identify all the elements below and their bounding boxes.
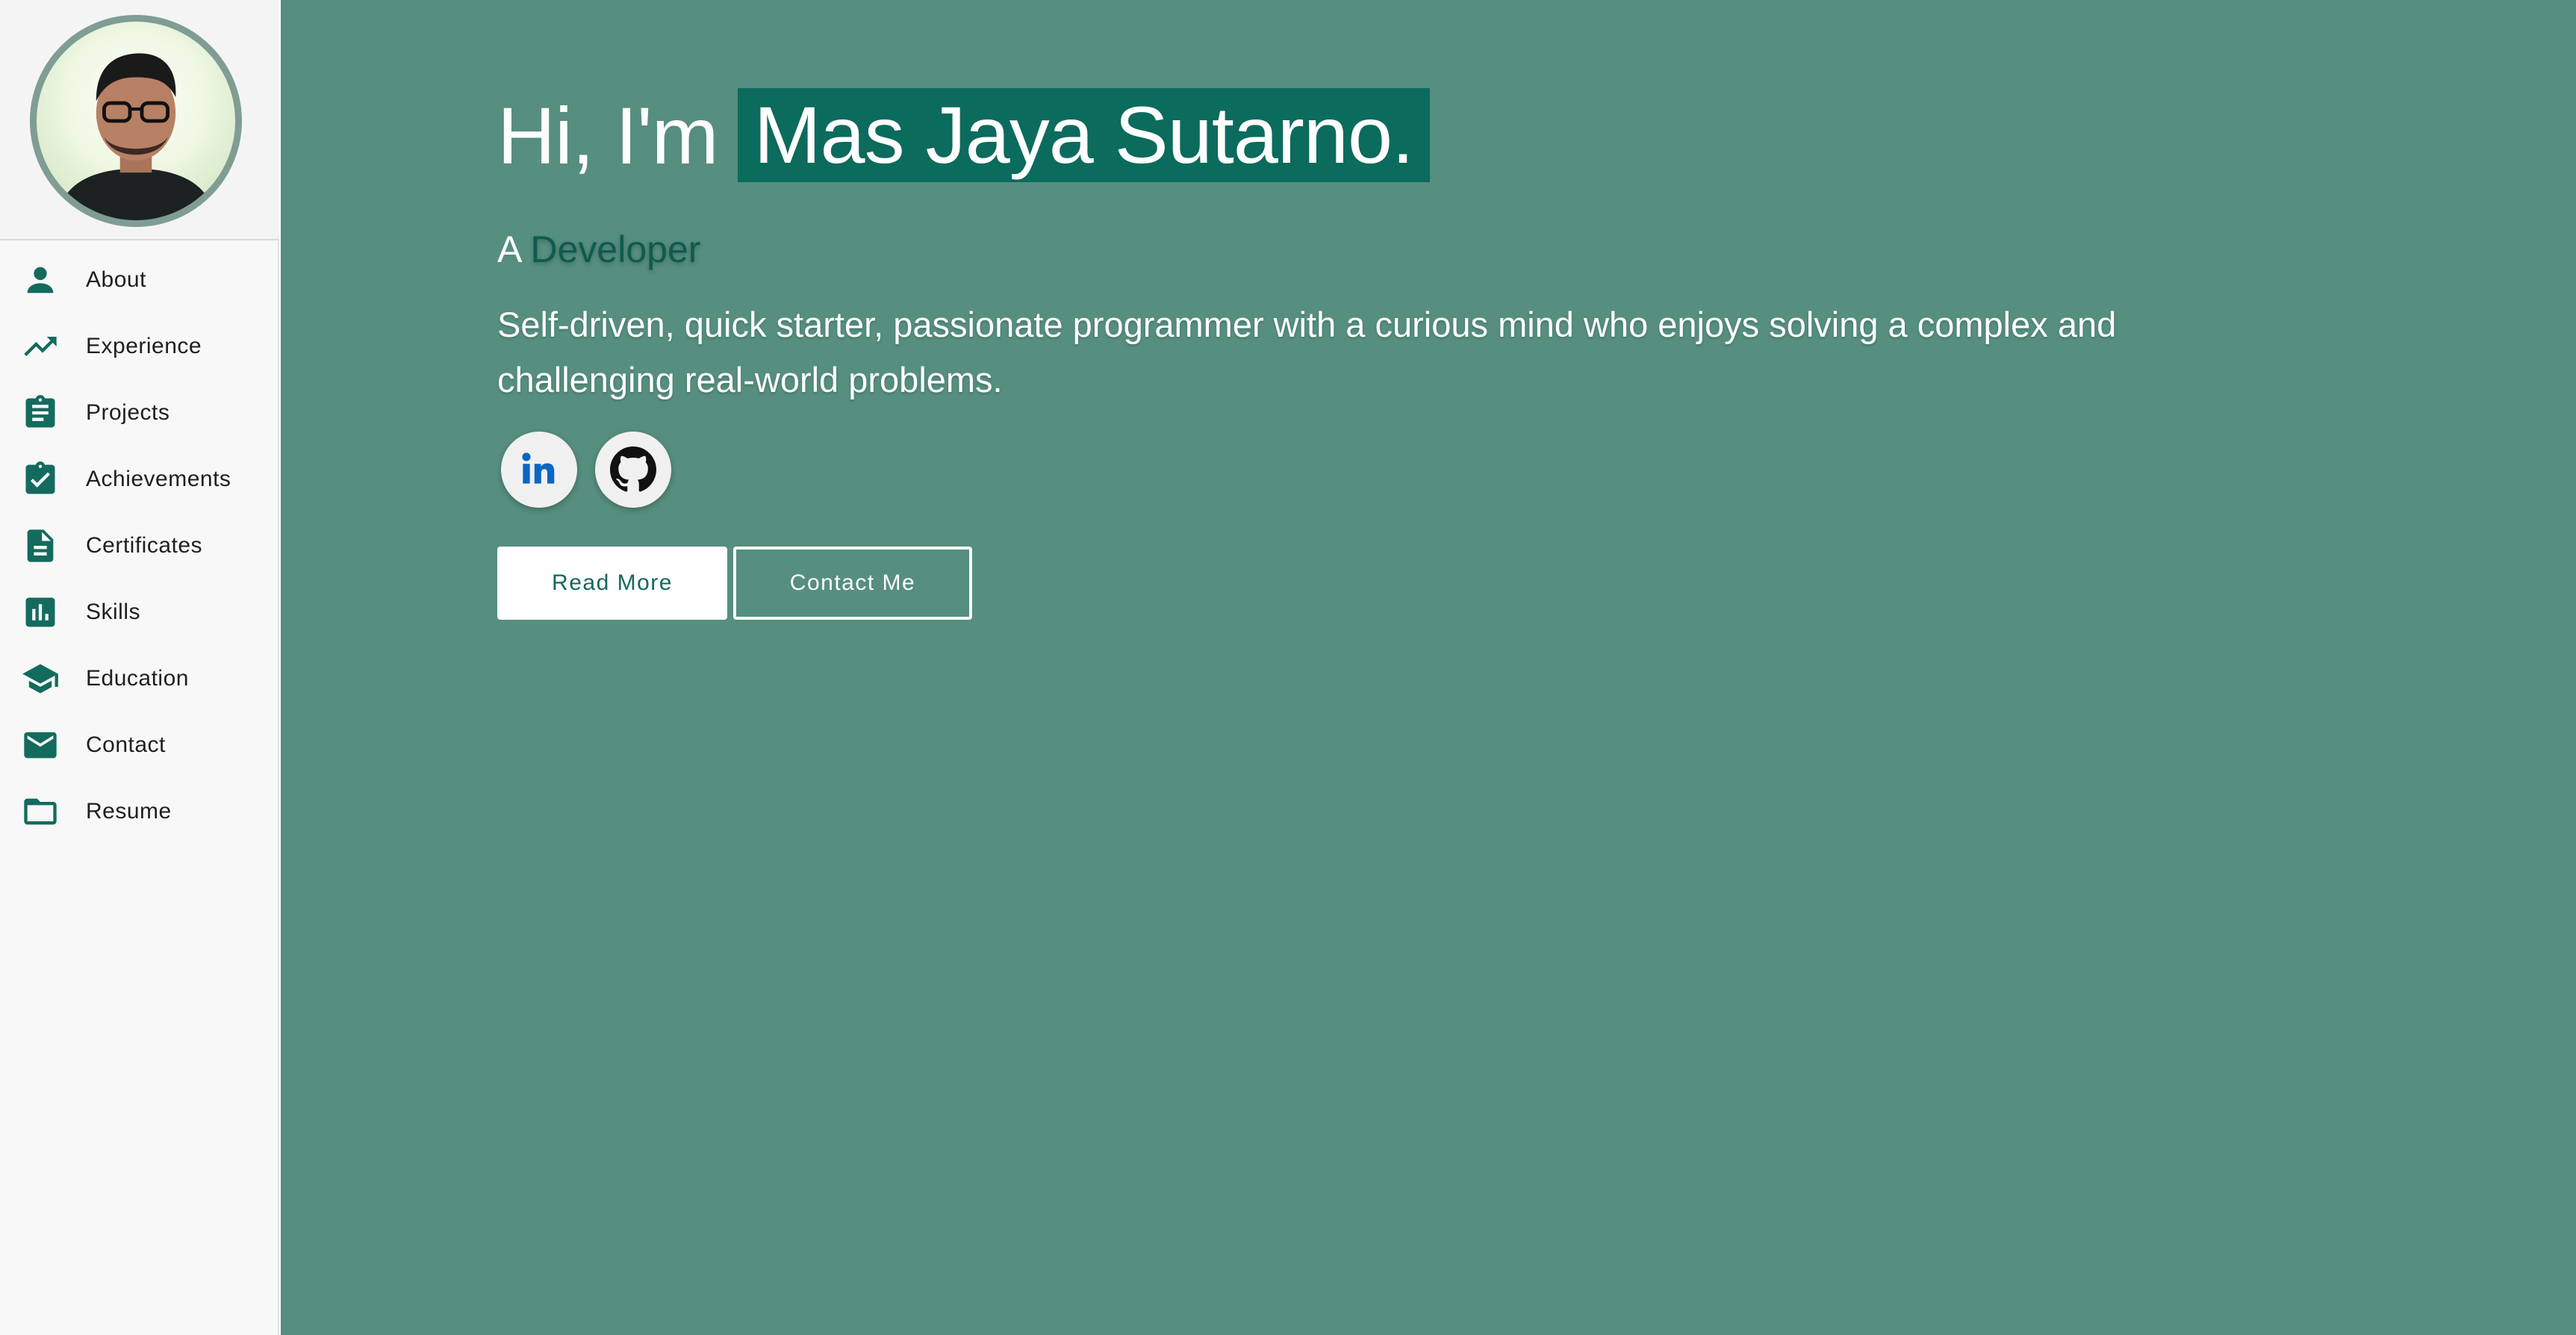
hero-title: Hi, I'm Mas Jaya Sutarno. (497, 88, 1431, 182)
profile-header (0, 0, 279, 240)
github-icon (610, 446, 656, 492)
trending-up-icon (19, 326, 61, 367)
sidebar-item-projects[interactable]: Projects (0, 379, 279, 446)
avatar (30, 15, 242, 227)
linkedin-icon (522, 452, 555, 484)
hero-bio: Self-driven, quick starter, passionate p… (497, 305, 2117, 399)
linkedin-button[interactable] (501, 432, 577, 508)
portfolio-app: About Experience Projects Achievements C… (0, 0, 2576, 1335)
github-button[interactable] (595, 432, 671, 508)
hero-greeting: Hi, I'm (497, 90, 719, 181)
sidebar-item-label: Projects (86, 399, 170, 425)
sidebar-item-label: Experience (86, 333, 202, 358)
sidebar-item-label: Education (86, 665, 189, 691)
sidebar-item-certificates[interactable]: Certificates (0, 512, 279, 579)
folder-icon (19, 791, 61, 833)
mail-icon (19, 724, 61, 766)
document-icon (19, 525, 61, 567)
clipboard-list-icon (19, 392, 61, 434)
sidebar-item-label: Certificates (86, 532, 203, 558)
read-more-button[interactable]: Read More (497, 547, 727, 620)
sidebar-item-contact[interactable]: Contact (0, 712, 279, 778)
sidebar: About Experience Projects Achievements C… (0, 0, 279, 1335)
sidebar-item-about[interactable]: About (0, 246, 279, 313)
sidebar-item-label: Achievements (86, 466, 231, 491)
bar-chart-icon (19, 591, 61, 633)
sidebar-item-skills[interactable]: Skills (0, 579, 279, 645)
sidebar-item-label: Skills (86, 599, 141, 624)
sidebar-item-resume[interactable]: Resume (0, 778, 279, 844)
sidebar-item-achievements[interactable]: Achievements (0, 446, 279, 512)
sidebar-nav: About Experience Projects Achievements C… (0, 246, 279, 844)
sidebar-item-label: Resume (86, 798, 172, 824)
sidebar-item-experience[interactable]: Experience (0, 313, 279, 379)
hero-role: A Developer (497, 228, 700, 271)
sidebar-item-label: About (86, 267, 146, 292)
social-links (501, 432, 671, 508)
clipboard-check-icon (19, 458, 61, 500)
role-title: Developer (530, 228, 701, 270)
role-prefix: A (497, 228, 520, 270)
sidebar-item-label: Contact (86, 732, 166, 757)
hero-section: Hi, I'm Mas Jaya Sutarno. A Developer Se… (281, 0, 2576, 1335)
person-icon (19, 259, 61, 301)
hero-actions: Read More Contact Me (497, 547, 972, 620)
hero-name: Mas Jaya Sutarno. (737, 88, 1431, 182)
contact-me-button[interactable]: Contact Me (733, 547, 972, 620)
graduation-cap-icon (19, 658, 61, 700)
sidebar-item-education[interactable]: Education (0, 645, 279, 712)
avatar-photo (56, 53, 216, 220)
